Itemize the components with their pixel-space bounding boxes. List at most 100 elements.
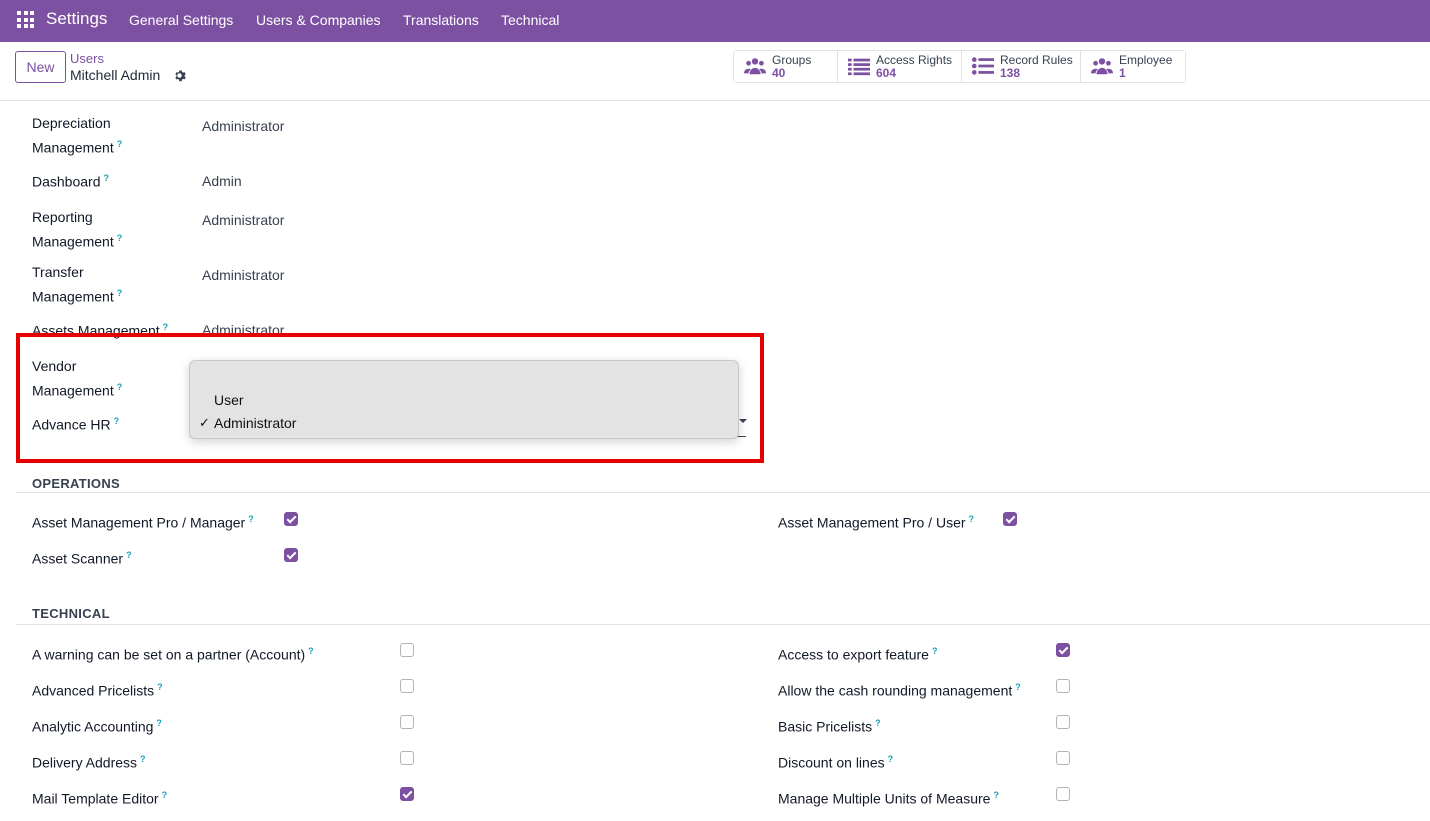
- checkbox-label: Asset Scanner?: [32, 545, 132, 570]
- checkbox-label: Allow the cash rounding management?: [778, 677, 1021, 702]
- checkbox-basic-pricelists[interactable]: [1056, 715, 1070, 729]
- checkbox-mail-template-editor[interactable]: [400, 787, 414, 801]
- help-tooltip-icon[interactable]: ?: [969, 514, 975, 524]
- checkbox-label: Discount on lines?: [778, 749, 893, 774]
- checkbox-delivery-address[interactable]: [400, 751, 414, 765]
- checkbox-asset-pro-user[interactable]: [1003, 512, 1017, 526]
- help-tooltip-icon[interactable]: ?: [104, 173, 110, 183]
- groups-smart-button[interactable]: Groups 40: [734, 51, 838, 82]
- users-icon: [1091, 58, 1113, 75]
- access-rights-smart-button[interactable]: Access Rights 604: [838, 51, 962, 82]
- help-tooltip-icon[interactable]: ?: [875, 718, 881, 728]
- dropdown-option-administrator[interactable]: Administrator: [214, 415, 296, 431]
- help-tooltip-icon[interactable]: ?: [157, 682, 163, 692]
- record-rules-count: 138: [1000, 66, 1021, 80]
- label-text: Basic Pricelists: [778, 718, 873, 735]
- checkmark-icon: ✓: [199, 415, 210, 430]
- label-line: Depreciation: [32, 115, 111, 131]
- field-label-transfer: Transfer Management?: [32, 262, 122, 308]
- label-line: Reporting: [32, 209, 93, 225]
- employee-smart-button[interactable]: Employee 1: [1081, 51, 1185, 82]
- label-text: Mail Template Editor: [32, 790, 159, 807]
- field-label-reporting: Reporting Management?: [32, 207, 122, 253]
- checkbox-label: Analytic Accounting?: [32, 713, 162, 738]
- label-line: Dashboard: [32, 173, 101, 190]
- breadcrumb-current-record: Mitchell Admin: [70, 67, 161, 83]
- label-text: A warning can be set on a partner (Accou…: [32, 646, 306, 663]
- label-text: Allow the cash rounding management: [778, 682, 1013, 699]
- menu-users-companies[interactable]: Users & Companies: [256, 12, 381, 28]
- menu-general-settings[interactable]: General Settings: [129, 12, 233, 28]
- help-tooltip-icon[interactable]: ?: [993, 790, 999, 800]
- menu-translations[interactable]: Translations: [403, 12, 479, 28]
- label-text: Advanced Pricelists: [32, 682, 155, 699]
- help-tooltip-icon[interactable]: ?: [117, 233, 123, 243]
- help-tooltip-icon[interactable]: ?: [888, 754, 894, 764]
- field-value-transfer[interactable]: Administrator: [202, 267, 284, 283]
- checkbox-asset-scanner[interactable]: [284, 548, 298, 562]
- smart-buttons: Groups 40 Access Rights 604 Record Rules 13…: [733, 50, 1186, 83]
- employee-label: Employee: [1119, 53, 1173, 67]
- help-tooltip-icon[interactable]: ?: [932, 646, 938, 656]
- apps-grid-icon[interactable]: [17, 11, 34, 28]
- checkbox-label: Manage Multiple Units of Measure?: [778, 785, 999, 810]
- list-icon: [848, 58, 870, 76]
- help-tooltip-icon[interactable]: ?: [117, 288, 123, 298]
- top-navbar: Settings General Settings Users & Compan…: [0, 0, 1430, 42]
- new-button[interactable]: New: [15, 51, 66, 83]
- select-dropdown-menu: User ✓ Administrator: [189, 360, 739, 439]
- dropdown-option-user[interactable]: User: [214, 392, 244, 408]
- help-tooltip-icon[interactable]: ?: [117, 139, 123, 149]
- checkbox-discount-lines[interactable]: [1056, 751, 1070, 765]
- label-line: Management: [32, 233, 114, 250]
- label-text: Analytic Accounting: [32, 718, 154, 735]
- label-line: Management: [32, 288, 114, 305]
- gear-icon[interactable]: [173, 69, 186, 82]
- help-tooltip-icon[interactable]: ?: [163, 322, 169, 332]
- menu-technical[interactable]: Technical: [501, 12, 559, 28]
- label-text: Asset Scanner: [32, 550, 124, 567]
- groups-count: 40: [772, 66, 786, 80]
- section-title-technical: TECHNICAL: [32, 606, 110, 621]
- help-tooltip-icon[interactable]: ?: [162, 790, 168, 800]
- field-label-dashboard: Dashboard?: [32, 168, 109, 193]
- label-text: Delivery Address: [32, 754, 138, 771]
- breadcrumb-users[interactable]: Users: [70, 51, 104, 66]
- access-rights-count: 604: [876, 66, 897, 80]
- checkbox-label: Asset Management Pro / Manager?: [32, 509, 254, 534]
- help-tooltip-icon[interactable]: ?: [308, 646, 314, 656]
- checkbox-label: A warning can be set on a partner (Accou…: [32, 641, 314, 666]
- label-text: Manage Multiple Units of Measure: [778, 790, 991, 807]
- checkbox-analytic-accounting[interactable]: [400, 715, 414, 729]
- checkbox-asset-pro-manager[interactable]: [284, 512, 298, 526]
- help-tooltip-icon[interactable]: ?: [1015, 682, 1021, 692]
- employee-count: 1: [1119, 66, 1126, 80]
- section-divider: [16, 624, 1430, 625]
- help-tooltip-icon[interactable]: ?: [140, 754, 146, 764]
- checkbox-export-feature[interactable]: [1056, 643, 1070, 657]
- list-bullets-icon: [972, 57, 994, 75]
- label-text: Discount on lines: [778, 754, 885, 771]
- checkbox-partner-warning[interactable]: [400, 643, 414, 657]
- control-panel: New Users Mitchell Admin Groups 40 Access…: [0, 42, 1430, 101]
- label-text: Asset Management Pro / User: [778, 514, 966, 531]
- field-value-reporting[interactable]: Administrator: [202, 212, 284, 228]
- checkbox-advanced-pricelists[interactable]: [400, 679, 414, 693]
- label-line: Management: [32, 139, 114, 156]
- field-value-dashboard[interactable]: Admin: [202, 173, 242, 189]
- checkbox-multiple-uom[interactable]: [1056, 787, 1070, 801]
- app-title[interactable]: Settings: [46, 9, 107, 29]
- record-rules-smart-button[interactable]: Record Rules 138: [962, 51, 1081, 82]
- checkbox-label: Access to export feature?: [778, 641, 937, 666]
- help-tooltip-icon[interactable]: ?: [156, 718, 162, 728]
- checkbox-label: Mail Template Editor?: [32, 785, 167, 810]
- checkbox-label: Delivery Address?: [32, 749, 146, 774]
- field-value-depreciation[interactable]: Administrator: [202, 118, 284, 134]
- help-tooltip-icon[interactable]: ?: [126, 550, 132, 560]
- label-text: Access to export feature: [778, 646, 929, 663]
- help-tooltip-icon[interactable]: ?: [248, 514, 254, 524]
- checkbox-cash-rounding[interactable]: [1056, 679, 1070, 693]
- checkbox-label: Basic Pricelists?: [778, 713, 881, 738]
- section-title-operations: OPERATIONS: [32, 476, 120, 491]
- field-label-depreciation: Depreciation Management?: [32, 113, 122, 159]
